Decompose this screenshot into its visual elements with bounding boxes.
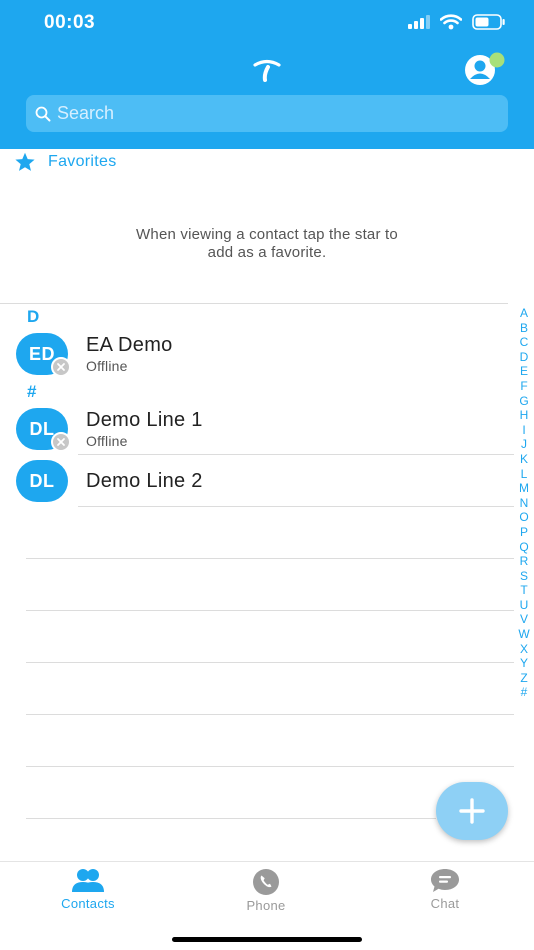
alphabet-index-letter[interactable]: #: [515, 685, 533, 700]
alphabet-index-letter[interactable]: Z: [515, 671, 533, 686]
alphabet-index-letter[interactable]: U: [515, 598, 533, 613]
alphabet-index-letter[interactable]: G: [515, 394, 533, 409]
section-header-hash: #: [27, 382, 37, 401]
avatar-initials: ED: [28, 343, 55, 364]
alphabet-index-letter[interactable]: Y: [515, 656, 533, 671]
divider: [78, 454, 514, 455]
tab-label: Chat: [430, 896, 460, 911]
favorites-hint-line1: When viewing a contact tap the star to: [136, 226, 398, 243]
alphabet-index-letter[interactable]: M: [515, 481, 533, 496]
status-time: 00:03: [44, 12, 96, 33]
tab-phone[interactable]: Phone: [206, 868, 326, 913]
x-icon: [57, 363, 65, 371]
divider: [26, 610, 514, 611]
tab-chat[interactable]: Chat: [385, 868, 505, 911]
alphabet-index-letter[interactable]: B: [515, 321, 533, 336]
phone-icon: [253, 869, 279, 895]
cellular-signal-icon: [408, 15, 430, 29]
tab-label: Contacts: [61, 896, 115, 911]
plus-icon: [459, 798, 485, 824]
contact-name: Demo Line 1: [86, 409, 203, 431]
alphabet-index-letter[interactable]: J: [515, 437, 533, 452]
alphabet-index[interactable]: A B C D E F G H I J K L M N O P Q R S T U V W X Y Z #: [515, 306, 533, 700]
alphabet-index-letter[interactable]: X: [515, 642, 533, 657]
alphabet-index-letter[interactable]: S: [515, 569, 533, 584]
contact-name: Demo Line 2: [86, 470, 203, 492]
divider: [26, 818, 436, 819]
divider: [78, 506, 514, 507]
tab-label: Phone: [246, 898, 286, 913]
divider: [26, 766, 514, 767]
alphabet-index-letter[interactable]: Q: [515, 540, 533, 555]
alphabet-index-letter[interactable]: V: [515, 612, 533, 627]
alphabet-index-letter[interactable]: F: [515, 379, 533, 394]
home-indicator: [172, 937, 362, 942]
search-field[interactable]: [26, 95, 508, 132]
tab-contacts[interactable]: Contacts: [28, 868, 148, 911]
alphabet-index-letter[interactable]: A: [515, 306, 533, 321]
offline-status-icon: [51, 357, 71, 377]
chat-icon: [431, 869, 459, 892]
divider: [26, 662, 514, 663]
section-header-d: D: [27, 307, 40, 326]
divider: [26, 714, 514, 715]
app-header: 00:03: [0, 0, 534, 149]
wifi-icon: [440, 14, 462, 30]
alphabet-index-letter[interactable]: K: [515, 452, 533, 467]
alphabet-index-letter[interactable]: I: [515, 423, 533, 438]
alphabet-index-letter[interactable]: T: [515, 583, 533, 598]
avatar-initials: DL: [29, 470, 55, 491]
favorites-header[interactable]: Favorites: [14, 152, 117, 172]
alphabet-index-letter[interactable]: O: [515, 510, 533, 525]
avatar-initials: DL: [29, 418, 55, 439]
alphabet-index-letter[interactable]: E: [515, 364, 533, 379]
contact-status: Offline: [86, 358, 128, 374]
alphabet-index-letter[interactable]: P: [515, 525, 533, 540]
battery-icon: [472, 14, 505, 30]
alphabet-index-letter[interactable]: L: [515, 467, 533, 482]
contact-name: EA Demo: [86, 334, 173, 356]
alphabet-index-letter[interactable]: R: [515, 554, 533, 569]
favorites-label: Favorites: [48, 153, 117, 170]
profile-icon[interactable]: [462, 52, 508, 88]
contacts-icon: [72, 869, 104, 892]
status-icons: [408, 14, 506, 30]
alphabet-index-letter[interactable]: H: [515, 408, 533, 423]
search-input[interactable]: [57, 103, 497, 124]
favorites-hint-line2: add as a favorite.: [207, 244, 327, 261]
brand-logo-icon: [253, 59, 281, 82]
avatar: DL: [16, 460, 68, 502]
alphabet-index-letter[interactable]: N: [515, 496, 533, 511]
offline-status-icon: [51, 432, 71, 452]
alphabet-index-letter[interactable]: D: [515, 350, 533, 365]
x-icon: [57, 438, 65, 446]
alphabet-index-letter[interactable]: C: [515, 335, 533, 350]
divider: [0, 303, 508, 304]
search-icon: [35, 106, 51, 121]
divider: [26, 558, 514, 559]
alphabet-index-letter[interactable]: W: [515, 627, 533, 642]
add-contact-button[interactable]: [436, 782, 508, 840]
star-icon: [15, 152, 35, 171]
contact-status: Offline: [86, 433, 128, 449]
favorites-hint: When viewing a contact tap the star to a…: [0, 226, 534, 262]
